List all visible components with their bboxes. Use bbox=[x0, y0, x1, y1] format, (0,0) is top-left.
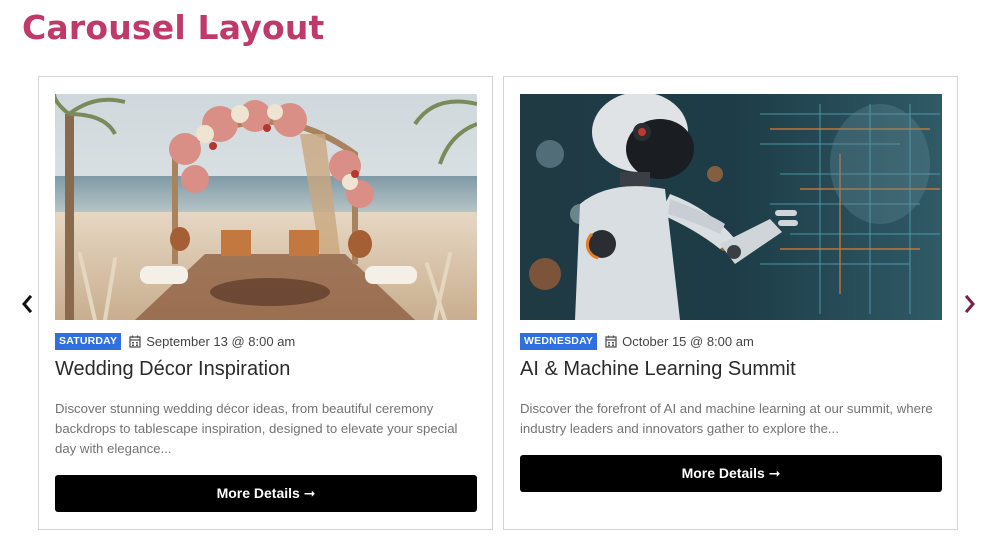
event-card-wedding: SATURDAY September 13 @ 8:00 am Wedding … bbox=[38, 76, 493, 530]
event-card-ai-summit: WEDNESDAY October 15 @ 8:00 am AI & Mach… bbox=[503, 76, 958, 530]
event-date: September 13 @ 8:00 am bbox=[146, 333, 296, 349]
more-details-button[interactable]: More Details ➞ bbox=[520, 455, 942, 492]
event-date: October 15 @ 8:00 am bbox=[622, 333, 754, 349]
carousel-next-button[interactable] bbox=[960, 293, 980, 315]
calendar-icon bbox=[605, 335, 617, 348]
event-description: Discover the forefront of AI and machine… bbox=[520, 401, 933, 436]
more-details-button[interactable]: More Details ➞ bbox=[55, 475, 477, 512]
event-meta: WEDNESDAY October 15 @ 8:00 am bbox=[520, 332, 754, 350]
event-title[interactable]: Wedding Décor Inspiration bbox=[55, 358, 290, 381]
chevron-left-icon bbox=[22, 295, 33, 313]
carousel-prev-button[interactable] bbox=[17, 293, 37, 315]
calendar-icon bbox=[129, 335, 141, 348]
day-badge: WEDNESDAY bbox=[520, 332, 598, 350]
event-title[interactable]: AI & Machine Learning Summit bbox=[520, 358, 796, 381]
page-title: Carousel Layout bbox=[22, 8, 325, 47]
event-description: Discover stunning wedding décor ideas, f… bbox=[55, 401, 458, 456]
day-badge: SATURDAY bbox=[55, 332, 122, 350]
chevron-right-icon bbox=[964, 295, 975, 313]
event-image-ai-summit[interactable] bbox=[520, 94, 942, 320]
event-meta: SATURDAY September 13 @ 8:00 am bbox=[55, 332, 295, 350]
event-image-wedding[interactable] bbox=[55, 94, 477, 320]
